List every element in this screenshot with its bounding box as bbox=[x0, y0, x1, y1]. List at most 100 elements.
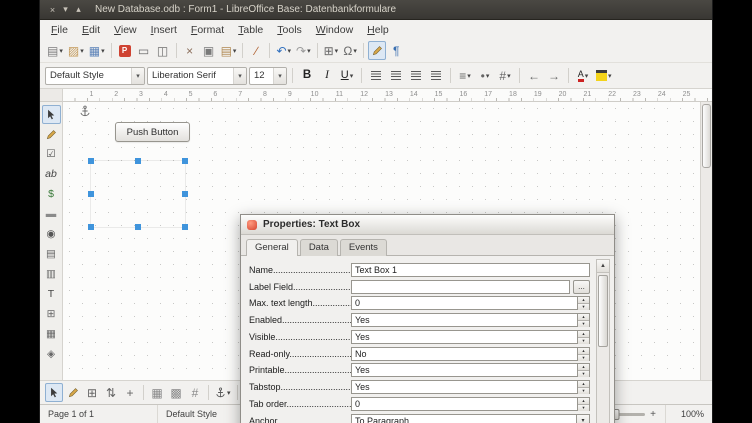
redo-icon[interactable]: ↷▾ bbox=[294, 41, 313, 60]
tab-events[interactable]: Events bbox=[340, 239, 387, 256]
tabstop-input[interactable] bbox=[351, 380, 578, 394]
name-input[interactable] bbox=[351, 263, 590, 277]
more-controls-icon[interactable]: ⊞ bbox=[42, 305, 61, 324]
menu-table[interactable]: Table bbox=[231, 22, 270, 38]
increase-indent-icon[interactable]: → bbox=[545, 66, 563, 85]
tab-order-spinner[interactable]: ▴▾ bbox=[578, 397, 590, 411]
redo-icon-dropdown[interactable]: ▾ bbox=[307, 47, 311, 55]
new-doc-icon-dropdown[interactable]: ▾ bbox=[59, 47, 63, 55]
underline-icon-dropdown[interactable]: ▾ bbox=[350, 72, 354, 80]
activation-order-icon[interactable]: ⇅ bbox=[102, 383, 120, 402]
visible-spinner[interactable]: ▴▾ bbox=[578, 330, 590, 344]
zoom-percent[interactable]: 100% bbox=[666, 405, 712, 423]
design-mode-icon[interactable] bbox=[368, 41, 386, 60]
display-grid-icon[interactable]: ▦ bbox=[148, 383, 166, 402]
save-icon-dropdown[interactable]: ▾ bbox=[101, 47, 105, 55]
new-doc-icon[interactable]: ▤▾ bbox=[45, 41, 65, 60]
read-only-spin-down-icon[interactable]: ▾ bbox=[578, 354, 589, 361]
font-size-combo[interactable]: 12 ▾ bbox=[249, 67, 287, 85]
tabstop-spinner[interactable]: ▴▾ bbox=[578, 380, 590, 394]
selection-handle-sw[interactable] bbox=[88, 224, 94, 230]
formatting-marks-icon[interactable]: ¶ bbox=[387, 41, 405, 60]
line-spacing-icon-dropdown[interactable]: ▾ bbox=[467, 72, 471, 80]
push-button-icon[interactable]: ▬ bbox=[42, 205, 61, 224]
menu-insert[interactable]: Insert bbox=[144, 22, 184, 38]
font-name-combo[interactable]: Liberation Serif ▾ bbox=[147, 67, 247, 85]
text-box-icon[interactable]: ab bbox=[42, 165, 61, 184]
save-icon[interactable]: ▦▾ bbox=[87, 41, 107, 60]
dialog-scrollbar-thumb[interactable] bbox=[598, 275, 608, 347]
selection-handle-ne[interactable] bbox=[182, 158, 188, 164]
vertical-scrollbar[interactable] bbox=[700, 102, 712, 380]
label-field-icon[interactable]: T bbox=[42, 285, 61, 304]
scroll-up-icon[interactable]: ▲ bbox=[597, 260, 609, 273]
menu-format[interactable]: Format bbox=[184, 22, 231, 38]
insert-table-icon[interactable]: ⊞▾ bbox=[322, 41, 341, 60]
tab-order-input[interactable] bbox=[351, 397, 578, 411]
selected-text-box-control[interactable] bbox=[90, 160, 186, 228]
wizards-icon[interactable]: ◈ bbox=[42, 345, 61, 364]
printable-spin-down-icon[interactable]: ▾ bbox=[578, 370, 589, 377]
push-button-control[interactable]: Push Button bbox=[115, 122, 190, 142]
helplines-icon[interactable]: # bbox=[186, 383, 204, 402]
highlight-color-icon-dropdown[interactable]: ▾ bbox=[608, 72, 612, 80]
select-pointer-icon[interactable] bbox=[42, 105, 61, 124]
undo-icon-dropdown[interactable]: ▾ bbox=[288, 47, 292, 55]
line-spacing-icon[interactable]: ≡▾ bbox=[456, 66, 474, 85]
anchor-dropdown-button[interactable]: ▾ bbox=[577, 414, 590, 423]
design-mode-icon[interactable] bbox=[42, 125, 61, 144]
paragraph-style-combo[interactable]: Default Style ▾ bbox=[45, 67, 145, 85]
chevron-down-icon[interactable]: ▾ bbox=[273, 68, 286, 84]
bullets-icon-dropdown[interactable]: ▾ bbox=[486, 72, 490, 80]
insert-table-icon-dropdown[interactable]: ▾ bbox=[335, 47, 339, 55]
combo-box-icon[interactable]: ▥ bbox=[42, 265, 61, 284]
label-field-input[interactable] bbox=[351, 280, 570, 294]
tab-general[interactable]: General bbox=[246, 239, 298, 256]
clone-formatting-icon[interactable]: ∕ bbox=[247, 41, 265, 60]
visible-spin-down-icon[interactable]: ▾ bbox=[578, 337, 589, 344]
vertical-scrollbar-thumb[interactable] bbox=[702, 104, 711, 168]
enabled-spin-down-icon[interactable]: ▾ bbox=[578, 320, 589, 327]
align-right-icon[interactable] bbox=[407, 66, 425, 85]
max-text-length-spin-down-icon[interactable]: ▾ bbox=[578, 303, 589, 310]
formatted-field-icon[interactable]: $ bbox=[42, 185, 61, 204]
form-design-icon[interactable]: ▦ bbox=[42, 325, 61, 344]
menu-edit[interactable]: Edit bbox=[75, 22, 107, 38]
numbering-icon-dropdown[interactable]: ▾ bbox=[507, 72, 511, 80]
insert-special-character-icon-dropdown[interactable]: ▾ bbox=[353, 47, 357, 55]
paste-icon[interactable]: ▤▾ bbox=[219, 41, 239, 60]
align-justify-icon[interactable] bbox=[427, 66, 445, 85]
chevron-down-icon[interactable]: ▾ bbox=[233, 68, 246, 84]
menu-tools[interactable]: Tools bbox=[270, 22, 309, 38]
visible-input[interactable] bbox=[351, 330, 578, 344]
selection-handle-nw[interactable] bbox=[88, 158, 94, 164]
align-left-icon[interactable] bbox=[367, 66, 385, 85]
export-pdf-icon[interactable]: P bbox=[116, 41, 134, 60]
menu-window[interactable]: Window bbox=[309, 22, 360, 38]
menu-view[interactable]: View bbox=[107, 22, 144, 38]
zoom-in-button[interactable]: + bbox=[649, 409, 657, 420]
tabstop-spin-down-icon[interactable]: ▾ bbox=[578, 387, 589, 394]
anchor-input[interactable] bbox=[351, 414, 577, 423]
position-size-icon[interactable]: + bbox=[121, 383, 139, 402]
selection-handle-se[interactable] bbox=[182, 224, 188, 230]
label-field-browse-button[interactable]: ... bbox=[573, 280, 590, 294]
max-text-length-spinner[interactable]: ▴▾ bbox=[578, 296, 590, 310]
bold-icon[interactable]: B bbox=[298, 66, 316, 85]
read-only-input[interactable] bbox=[351, 347, 578, 361]
font-color-icon[interactable]: A▾ bbox=[574, 66, 592, 85]
paste-icon-dropdown[interactable]: ▾ bbox=[233, 47, 237, 55]
form-select-pointer-icon[interactable] bbox=[45, 383, 63, 402]
form-navigator-icon[interactable]: ⊞ bbox=[83, 383, 101, 402]
selection-handle-e[interactable] bbox=[182, 191, 188, 197]
tab-data[interactable]: Data bbox=[300, 239, 338, 256]
insert-special-character-icon[interactable]: Ω▾ bbox=[341, 41, 359, 60]
font-color-icon-dropdown[interactable]: ▾ bbox=[585, 72, 589, 80]
close-window-button[interactable]: × bbox=[46, 3, 59, 16]
italic-icon[interactable]: I bbox=[318, 66, 336, 85]
print-icon[interactable]: ▭ bbox=[135, 41, 153, 60]
open-icon-dropdown[interactable]: ▾ bbox=[80, 47, 84, 55]
maximize-window-button[interactable]: ▴ bbox=[72, 3, 85, 16]
anchor-icon-dropdown[interactable]: ▾ bbox=[227, 389, 231, 397]
bullets-icon[interactable]: •▾ bbox=[476, 66, 494, 85]
